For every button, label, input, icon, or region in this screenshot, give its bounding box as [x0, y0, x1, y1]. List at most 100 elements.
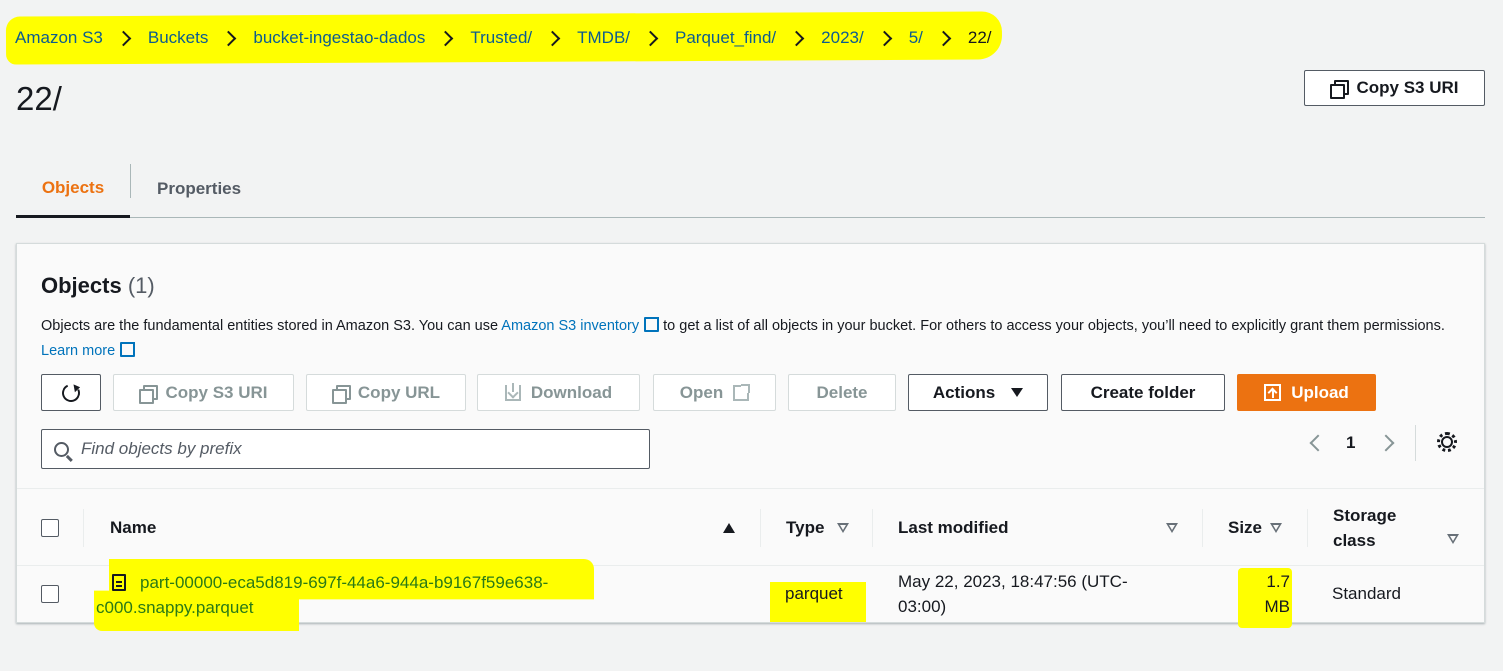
table-header: Name Type Last modified Size Storage cla…: [17, 488, 1484, 566]
learn-more-link[interactable]: Learn more: [41, 343, 115, 359]
copy-s3-uri-button[interactable]: Copy S3 URI: [113, 374, 294, 411]
objects-description: Objects are the fundamental entities sto…: [41, 314, 1461, 364]
create-folder-label: Create folder: [1090, 382, 1196, 402]
page-number[interactable]: 1: [1346, 433, 1355, 453]
copy-url-label: Copy URL: [357, 382, 441, 402]
column-divider: [1307, 509, 1308, 547]
sort-asc-cell: [723, 489, 735, 567]
breadcrumb-buckets[interactable]: Buckets: [148, 28, 208, 48]
inventory-link[interactable]: Amazon S3 inventory: [501, 318, 639, 334]
sort-icon[interactable]: [1447, 534, 1459, 544]
download-label: Download: [530, 382, 613, 402]
file-name-link[interactable]: part-00000-eca5d819-697f-44a6-944a-b9167…: [140, 570, 548, 595]
storage-class: Standard: [1332, 584, 1401, 603]
download-button[interactable]: Download: [477, 374, 640, 411]
size-line2: MB: [1264, 597, 1291, 616]
column-divider: [83, 509, 84, 547]
upload-button[interactable]: Upload: [1237, 374, 1376, 411]
copy-url-button[interactable]: Copy URL: [306, 374, 466, 411]
column-header-name[interactable]: Name: [110, 489, 740, 567]
chevron-right-icon: [876, 30, 892, 46]
external-link-icon: [733, 383, 751, 401]
tab-properties-label: Properties: [157, 179, 242, 198]
column-last-modified-label: Last modified: [898, 518, 1009, 537]
breadcrumb-tmdb[interactable]: TMDB/: [577, 28, 630, 48]
chevron-right-icon: [115, 30, 132, 46]
pagination: 1: [1300, 429, 1395, 457]
chevron-right-icon: [221, 30, 237, 46]
search-icon: [54, 441, 69, 457]
copy-icon: [1330, 80, 1350, 99]
tab-properties[interactable]: Properties: [157, 160, 241, 218]
breadcrumb-5[interactable]: 5/: [909, 28, 923, 48]
external-link-icon[interactable]: [120, 342, 136, 357]
search-input[interactable]: [81, 439, 621, 459]
chevron-right-icon: [438, 30, 454, 46]
last-modified-cell: May 22, 2023, 18:47:56 (UTC- 03:00): [898, 566, 1128, 622]
tab-objects[interactable]: Objects: [16, 160, 130, 218]
tab-bar: Objects Properties: [16, 160, 1485, 218]
sort-ascending-icon[interactable]: [723, 523, 735, 533]
last-modified-line2: 03:00): [898, 597, 947, 616]
row-checkbox[interactable]: [41, 585, 59, 603]
objects-count: (1): [127, 273, 155, 298]
create-folder-button[interactable]: Create folder: [1061, 374, 1225, 411]
actions-dropdown[interactable]: Actions: [908, 374, 1048, 411]
page-title: 22/: [16, 80, 62, 117]
breadcrumb-trusted[interactable]: Trusted/: [470, 28, 532, 48]
select-all-cell: [41, 489, 59, 567]
caret-down-icon: [1011, 388, 1024, 397]
file-type: parquet: [785, 584, 843, 603]
actions-label: Actions: [932, 382, 996, 402]
column-header-size[interactable]: Size: [1228, 489, 1262, 567]
delete-label: Delete: [816, 382, 868, 402]
last-modified-sort-cell: [1166, 489, 1178, 567]
column-header-type[interactable]: Type: [786, 489, 824, 567]
description-text-2: to get a list of all objects in your buc…: [659, 318, 1445, 334]
copy-icon: [331, 384, 351, 404]
sort-icon[interactable]: [837, 523, 849, 533]
column-divider: [760, 509, 761, 547]
file-icon: [112, 574, 126, 591]
breadcrumb-22: 22/: [967, 28, 992, 47]
type-sort-cell: [837, 489, 849, 567]
header-copy-s3-uri-label: Copy S3 URI: [1356, 78, 1459, 97]
column-divider: [872, 509, 873, 547]
refresh-icon: [59, 380, 83, 405]
tab-divider: [130, 164, 131, 198]
header-copy-s3-uri-button[interactable]: Copy S3 URI: [1304, 70, 1485, 106]
external-link-icon[interactable]: [644, 317, 660, 332]
sort-icon[interactable]: [1270, 523, 1282, 533]
delete-button[interactable]: Delete: [788, 374, 896, 411]
table-row[interactable]: part-00000-eca5d819-697f-44a6-944a-b9167…: [17, 566, 1484, 622]
open-button[interactable]: Open: [653, 374, 776, 411]
description-text-1: Objects are the fundamental entities sto…: [41, 318, 502, 334]
chevron-left-icon[interactable]: [1309, 434, 1327, 452]
upload-label: Upload: [1291, 382, 1349, 402]
storage-class-cell: Standard: [1332, 566, 1401, 622]
copy-icon: [139, 384, 159, 404]
column-header-last-modified[interactable]: Last modified: [898, 489, 1009, 567]
breadcrumb-bucket[interactable]: bucket-ingestao-dados: [253, 28, 425, 48]
select-all-checkbox[interactable]: [41, 519, 59, 537]
last-modified-line1: May 22, 2023, 18:47:56 (UTC-: [898, 572, 1128, 591]
file-name-cell: part-00000-eca5d819-697f-44a6-944a-b9167…: [96, 566, 610, 622]
breadcrumb-amazon-s3[interactable]: Amazon S3: [15, 28, 103, 48]
column-header-storage-class[interactable]: Storage class: [1333, 489, 1396, 567]
row-select-cell: [41, 566, 59, 622]
pagination-divider: [1415, 425, 1416, 461]
column-size-label: Size: [1228, 518, 1263, 537]
chevron-right-icon[interactable]: [1377, 434, 1395, 452]
breadcrumb-2023[interactable]: 2023/: [821, 28, 864, 48]
refresh-button[interactable]: [41, 374, 101, 411]
column-type-label: Type: [786, 518, 825, 537]
type-cell: parquet: [785, 566, 843, 622]
gear-icon[interactable]: [1437, 432, 1457, 452]
search-box: [41, 429, 650, 469]
breadcrumb-parquet-find[interactable]: Parquet_find/: [675, 28, 776, 48]
open-label: Open: [679, 382, 724, 402]
breadcrumb: Amazon S3 Buckets bucket-ingestao-dados …: [15, 26, 992, 50]
upload-icon: [1264, 384, 1282, 401]
file-name-link-cont[interactable]: c000.snappy.parquet: [96, 595, 548, 620]
sort-icon[interactable]: [1166, 523, 1178, 533]
